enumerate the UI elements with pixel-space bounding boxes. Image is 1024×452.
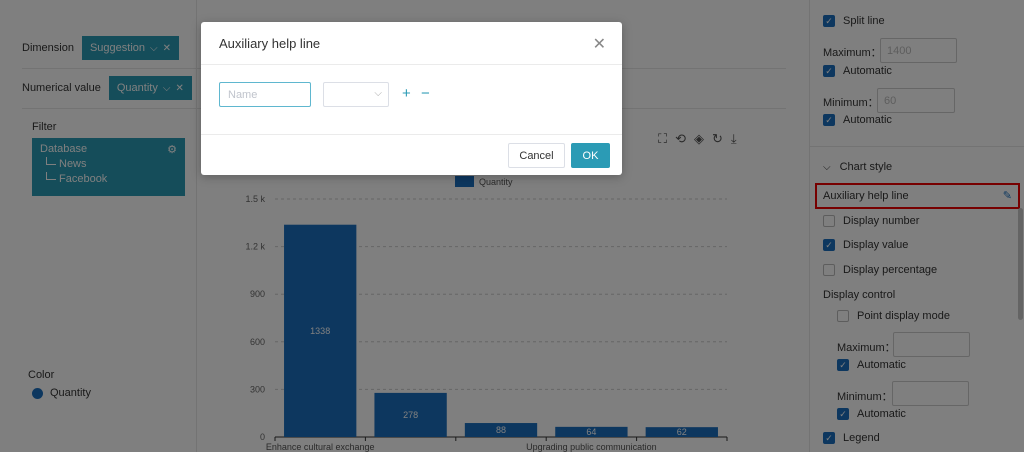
- ok-button[interactable]: OK: [571, 143, 610, 168]
- add-icon[interactable]: +: [402, 85, 411, 102]
- aux-help-line-dialog: Auxiliary help line ✕ ⌵ + − Cancel OK: [201, 22, 622, 175]
- cancel-button[interactable]: Cancel: [508, 143, 565, 168]
- divider: [201, 64, 622, 65]
- name-input[interactable]: [219, 82, 311, 107]
- close-icon[interactable]: ✕: [593, 34, 606, 54]
- line-type-select[interactable]: ⌵: [323, 82, 389, 107]
- chevron-down-icon: ⌵: [374, 88, 382, 99]
- divider: [201, 134, 622, 135]
- dialog-title: Auxiliary help line: [219, 36, 321, 51]
- remove-icon[interactable]: −: [421, 85, 430, 102]
